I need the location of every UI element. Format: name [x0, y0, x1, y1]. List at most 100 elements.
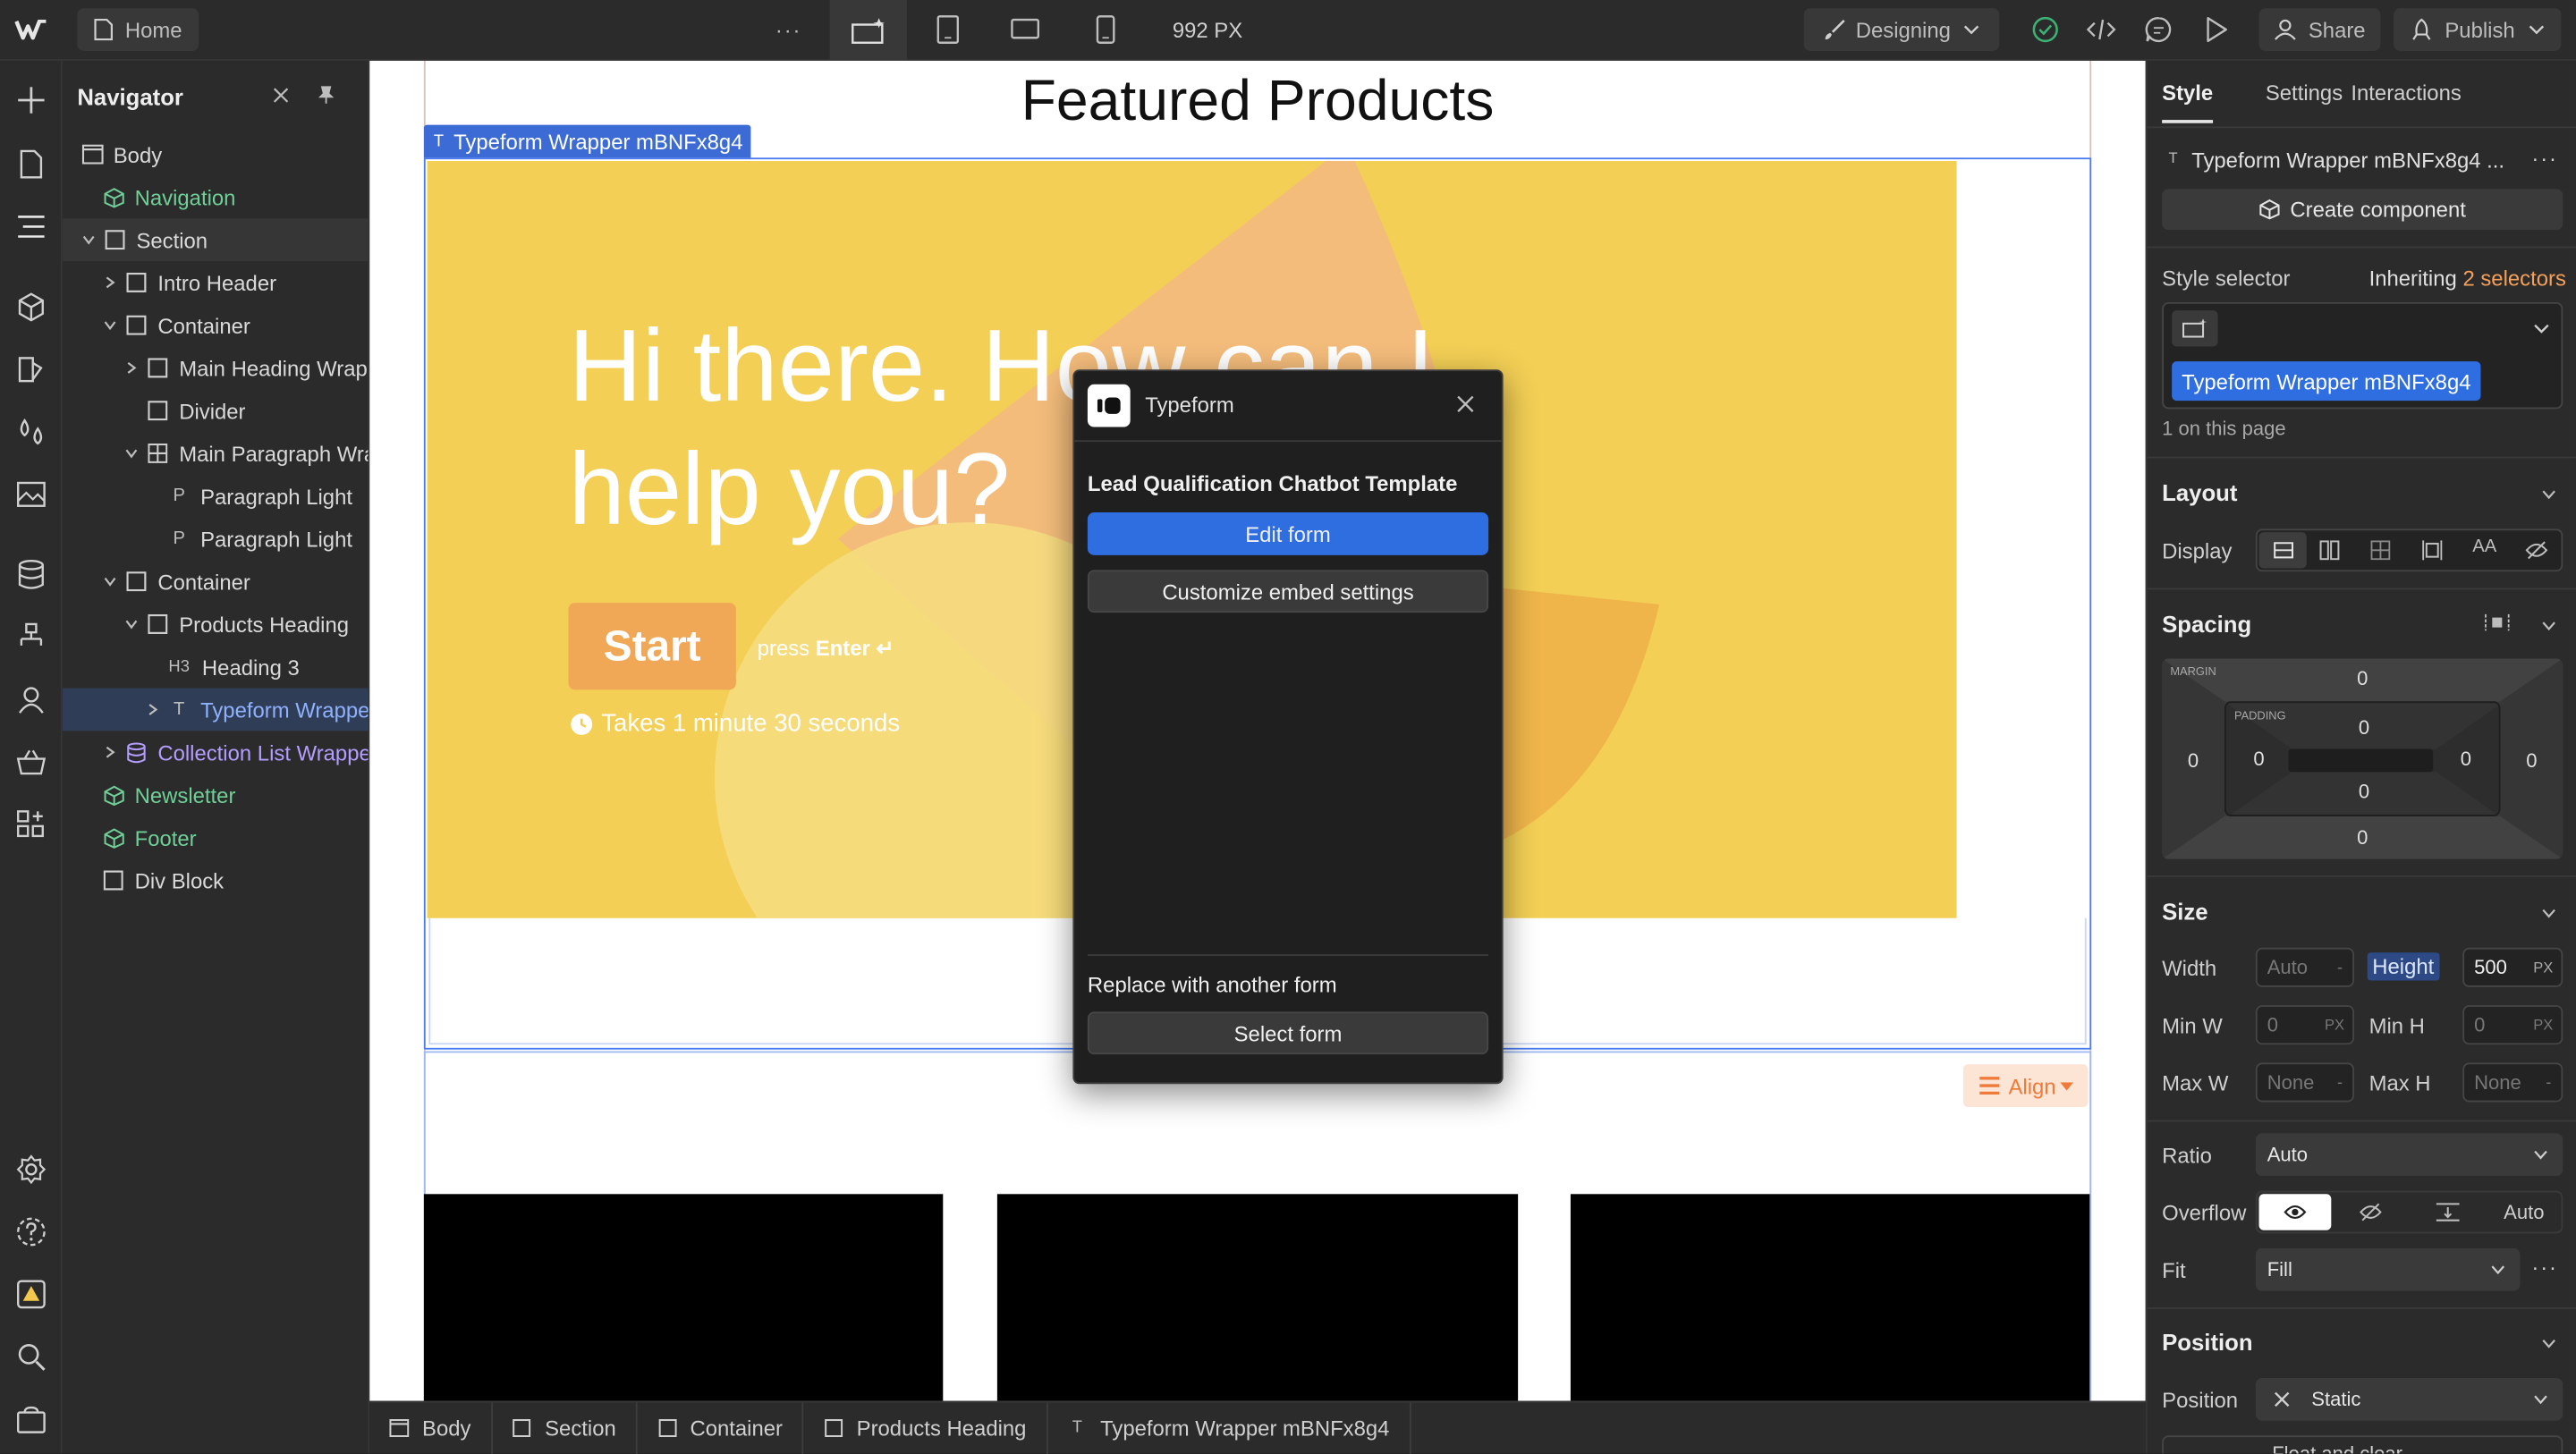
- tree-item-navigation[interactable]: Navigation: [63, 176, 369, 219]
- float-clear-row[interactable]: Float and clear: [2162, 1435, 2563, 1454]
- chevron-down-icon[interactable]: [102, 573, 118, 589]
- edit-form-button[interactable]: Edit form: [1087, 512, 1489, 555]
- chevron-right-icon[interactable]: [123, 359, 140, 376]
- fit-select[interactable]: Fill: [2255, 1247, 2521, 1291]
- selector-field[interactable]: Typeform Wrapper mBNFx8g4: [2162, 301, 2563, 410]
- overflow-auto-option[interactable]: Auto: [2504, 1201, 2544, 1224]
- chevron-right-icon[interactable]: [102, 275, 118, 291]
- assets-image-icon[interactable]: [15, 478, 48, 511]
- display-flex-icon[interactable]: [2319, 540, 2340, 561]
- display-block-icon[interactable]: [2258, 532, 2307, 569]
- style-guide-icon[interactable]: [15, 353, 48, 386]
- home-button[interactable]: Home: [77, 8, 199, 51]
- display-inline-icon[interactable]: AA: [2472, 537, 2496, 557]
- margin-right-value[interactable]: 0: [2521, 749, 2544, 773]
- spacing-preset-icon[interactable]: [2484, 613, 2510, 632]
- select-form-button[interactable]: Select form: [1087, 1011, 1489, 1055]
- chevron-down-icon[interactable]: [102, 317, 118, 333]
- display-inline-block-icon[interactable]: [2421, 540, 2443, 561]
- pin-icon[interactable]: [316, 86, 335, 106]
- max-width-input[interactable]: None -: [2255, 1062, 2355, 1103]
- tree-item-divider[interactable]: Divider: [63, 389, 369, 432]
- video-tutorials-icon[interactable]: [15, 1404, 48, 1437]
- tree-item-products-heading[interactable]: Products Heading: [63, 603, 369, 646]
- tab-interactions[interactable]: Interactions: [2351, 80, 2461, 106]
- landscape-breakpoint-button[interactable]: [1007, 13, 1043, 46]
- element-more-icon[interactable]: ···: [2531, 146, 2557, 171]
- preview-play-icon[interactable]: [2199, 13, 2234, 46]
- navigator-icon[interactable]: [15, 210, 48, 243]
- tree-item-main-paragraph-wrap[interactable]: Main Paragraph Wrap: [63, 432, 368, 475]
- size-section-title[interactable]: Size: [2162, 899, 2207, 925]
- overflow-hidden-icon[interactable]: [2360, 1202, 2383, 1222]
- search-icon[interactable]: [15, 1340, 48, 1374]
- tree-item-heading-3[interactable]: H3 Heading 3: [63, 646, 369, 689]
- breadcrumb-products-heading[interactable]: Products Heading: [804, 1401, 1048, 1454]
- apps-icon[interactable]: [15, 808, 48, 841]
- margin-bottom-value[interactable]: 0: [2351, 826, 2374, 850]
- tree-item-section[interactable]: Section: [62, 218, 369, 262]
- tree-item-typeform-wrapper[interactable]: T Typeform Wrapper: [62, 688, 369, 731]
- portrait-breakpoint-button[interactable]: [1088, 13, 1123, 46]
- tree-item-container[interactable]: Container: [63, 560, 369, 603]
- help-icon[interactable]: [15, 1215, 48, 1248]
- chevron-right-icon[interactable]: [102, 744, 118, 760]
- tree-item-collection-list-wrapper[interactable]: Collection List Wrapper: [63, 731, 368, 773]
- position-select[interactable]: Static: [2255, 1378, 2563, 1421]
- tree-item-newsletter[interactable]: Newsletter: [63, 773, 369, 816]
- ecommerce-basket-icon[interactable]: [15, 746, 48, 779]
- tree-item-container[interactable]: Container: [63, 304, 369, 347]
- typeform-start-button[interactable]: Start: [568, 603, 736, 690]
- code-icon[interactable]: [2083, 13, 2119, 46]
- more-options-button[interactable]: ···: [766, 13, 811, 46]
- chevron-down-icon[interactable]: [2541, 489, 2556, 500]
- breadcrumb-section[interactable]: Section: [492, 1401, 638, 1454]
- ratio-select[interactable]: Auto: [2255, 1133, 2563, 1177]
- margin-top-value[interactable]: 0: [2351, 667, 2374, 690]
- create-component-button[interactable]: Create component: [2162, 189, 2563, 231]
- share-button[interactable]: Share: [2258, 8, 2381, 51]
- min-width-input[interactable]: 0 PX: [2255, 1005, 2355, 1045]
- breadcrumb-container[interactable]: Container: [638, 1401, 804, 1454]
- chevron-down-icon[interactable]: [2541, 1339, 2556, 1348]
- chevron-down-icon[interactable]: [123, 616, 140, 632]
- breadcrumb-typeform-wrapper[interactable]: T Typeform Wrapper mBNFx8g4: [1047, 1401, 1411, 1454]
- components-icon[interactable]: [15, 291, 48, 324]
- pages-icon[interactable]: [15, 148, 48, 181]
- margin-left-value[interactable]: 0: [2182, 749, 2205, 773]
- selected-element-tag[interactable]: T Typeform Wrapper mBNFx8g4: [423, 124, 751, 158]
- height-input[interactable]: 500 PX: [2462, 947, 2563, 987]
- close-icon[interactable]: [271, 86, 291, 106]
- tablet-breakpoint-button[interactable]: [930, 13, 966, 46]
- chevron-down-icon[interactable]: [123, 445, 140, 461]
- tree-item-paragraph-light[interactable]: P Paragraph Light: [63, 475, 369, 518]
- variables-icon[interactable]: [15, 416, 48, 449]
- chevron-right-icon[interactable]: [145, 701, 161, 717]
- selector-chip[interactable]: Typeform Wrapper mBNFx8g4: [2172, 361, 2481, 402]
- spacing-section-title[interactable]: Spacing: [2162, 611, 2251, 637]
- tree-item-intro-header[interactable]: Intro Header: [63, 261, 369, 304]
- close-icon[interactable]: [1455, 394, 1475, 414]
- product-card[interactable]: [423, 1194, 944, 1401]
- chevron-down-icon[interactable]: [2541, 909, 2556, 918]
- publish-button[interactable]: Publish: [2394, 8, 2562, 51]
- display-grid-icon[interactable]: [2370, 540, 2391, 561]
- tab-style[interactable]: Style: [2162, 80, 2213, 106]
- tree-item-paragraph-light[interactable]: P Paragraph Light: [63, 518, 369, 561]
- min-height-input[interactable]: 0 PX: [2462, 1005, 2563, 1045]
- add-elements-icon[interactable]: [15, 84, 48, 117]
- padding-right-value[interactable]: 0: [2454, 748, 2478, 771]
- cms-database-icon[interactable]: [15, 558, 48, 591]
- tree-item-footer[interactable]: Footer: [63, 816, 369, 859]
- users-icon[interactable]: [15, 683, 48, 716]
- tree-item-div-block[interactable]: Div Block: [63, 859, 369, 902]
- tree-item-body[interactable]: Body: [63, 133, 369, 176]
- chevron-down-icon[interactable]: [80, 232, 97, 248]
- chevron-down-icon[interactable]: [2541, 621, 2556, 631]
- webflow-logo-icon[interactable]: [13, 13, 49, 46]
- tree-item-main-heading-wrap[interactable]: Main Heading Wrap: [63, 347, 369, 390]
- tab-settings[interactable]: Settings: [2266, 80, 2343, 106]
- padding-left-value[interactable]: 0: [2248, 748, 2271, 771]
- fit-more-icon[interactable]: ···: [2531, 1255, 2557, 1280]
- customize-embed-button[interactable]: Customize embed settings: [1087, 570, 1489, 613]
